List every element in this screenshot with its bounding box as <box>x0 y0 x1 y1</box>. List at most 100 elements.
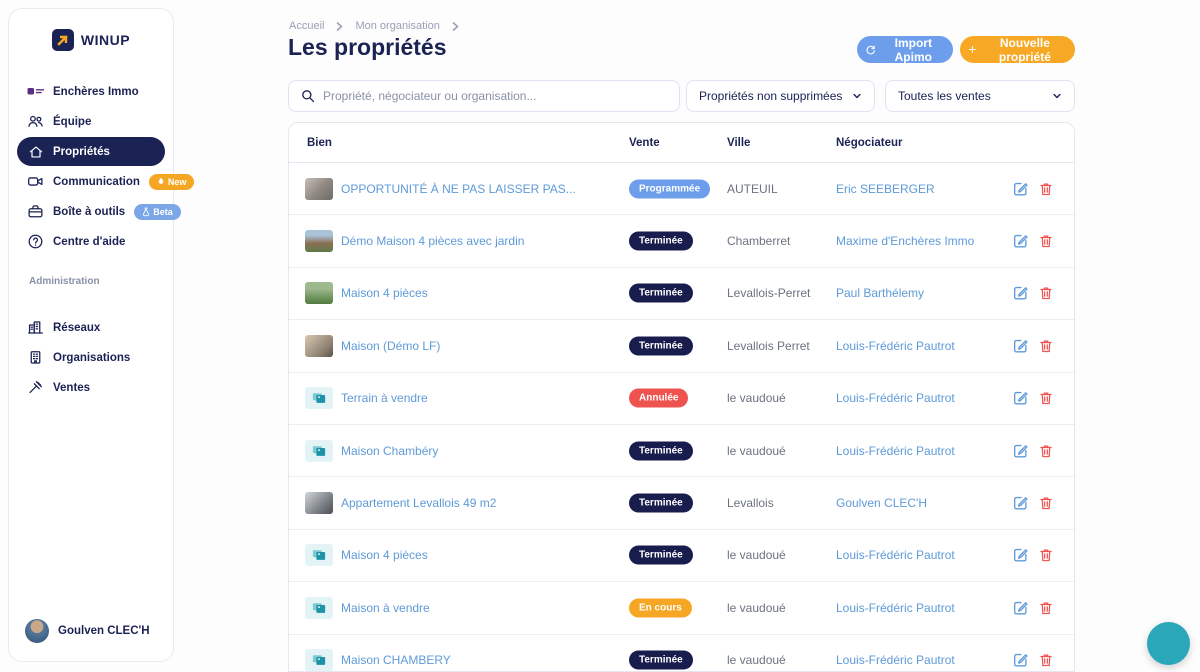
question-icon <box>27 233 44 250</box>
edit-icon <box>1013 496 1028 511</box>
edit-button[interactable] <box>1013 600 1028 615</box>
delete-button[interactable] <box>1039 234 1053 249</box>
negotiator-link[interactable]: Maxime d'Enchères Immo <box>836 234 974 248</box>
delete-button[interactable] <box>1039 181 1053 196</box>
sidebar-item-reseaux[interactable]: Réseaux <box>17 313 165 342</box>
row-actions <box>1013 338 1053 353</box>
table-row: Maison CHAMBERY Terminée le vaudoué Loui… <box>289 635 1074 672</box>
flask-icon <box>142 207 150 217</box>
city-cell: le vaudoué <box>727 653 786 667</box>
delete-button[interactable] <box>1039 548 1053 563</box>
sidebar-item-label: Propriétés <box>53 146 110 158</box>
breadcrumb-accueil[interactable]: Accueil <box>289 20 324 32</box>
edit-button[interactable] <box>1013 181 1028 196</box>
deleted-filter-select[interactable]: Propriétés non supprimées <box>686 80 875 112</box>
sidebar: WINUP Enchères Immo Équipe Propriétés Co… <box>8 8 174 662</box>
briefcase-icon <box>27 203 44 220</box>
new-property-button[interactable]: Nouvelle propriété <box>960 36 1075 63</box>
property-name-link[interactable]: Maison Chambéry <box>341 444 438 458</box>
city-cell: le vaudoué <box>727 444 786 458</box>
row-actions <box>1013 496 1053 511</box>
negotiator-link[interactable]: Louis-Frédéric Pautrot <box>836 391 955 405</box>
chevron-down-icon <box>852 91 862 101</box>
edit-button[interactable] <box>1013 548 1028 563</box>
negotiator-link[interactable]: Eric SEEBERGER <box>836 182 935 196</box>
edit-button[interactable] <box>1013 286 1028 301</box>
sale-status-badge: Terminée <box>629 546 693 565</box>
sidebar-item-ventes[interactable]: Ventes <box>17 373 165 402</box>
property-name-link[interactable]: Maison 4 pièces <box>341 548 428 562</box>
breadcrumb-mon-organisation[interactable]: Mon organisation <box>355 20 439 32</box>
property-name-link[interactable]: Maison CHAMBERY <box>341 653 451 667</box>
trash-icon <box>1039 181 1053 196</box>
table-body: OPPORTUNITÉ À NE PAS LAISSER PAS... Prog… <box>289 163 1074 672</box>
property-thumbnail <box>305 282 333 304</box>
edit-icon <box>1013 653 1028 668</box>
edit-button[interactable] <box>1013 338 1028 353</box>
video-camera-icon <box>27 173 44 190</box>
sidebar-item-label: Centre d'aide <box>53 236 125 248</box>
negotiator-link[interactable]: Louis-Frédéric Pautrot <box>836 601 955 615</box>
negotiator-link[interactable]: Louis-Frédéric Pautrot <box>836 548 955 562</box>
edit-button[interactable] <box>1013 443 1028 458</box>
city-cell: le vaudoué <box>727 601 786 615</box>
property-name-link[interactable]: Maison (Démo LF) <box>341 339 440 353</box>
property-thumbnail <box>305 387 333 409</box>
trash-icon <box>1039 234 1053 249</box>
app-logo[interactable]: WINUP <box>9 29 173 51</box>
property-name-link[interactable]: Démo Maison 4 pièces avec jardin <box>341 234 524 248</box>
current-user[interactable]: Goulven CLEC'H <box>25 619 150 643</box>
negotiator-link[interactable]: Louis-Frédéric Pautrot <box>836 339 955 353</box>
negotiator-link[interactable]: Paul Barthélemy <box>836 286 924 300</box>
delete-button[interactable] <box>1039 391 1053 406</box>
delete-button[interactable] <box>1039 443 1053 458</box>
row-actions <box>1013 181 1053 196</box>
delete-button[interactable] <box>1039 286 1053 301</box>
table-row: Appartement Levallois 49 m2 Terminée Lev… <box>289 477 1074 529</box>
table-row: Maison 4 pièces Terminée Levallois-Perre… <box>289 268 1074 320</box>
building-icon <box>27 349 44 366</box>
edit-button[interactable] <box>1013 234 1028 249</box>
table-row: Maison Chambéry Terminée le vaudoué Loui… <box>289 425 1074 477</box>
sidebar-item-proprietes[interactable]: Propriétés <box>17 137 165 166</box>
property-name-link[interactable]: Maison 4 pièces <box>341 286 428 300</box>
sidebar-item-communication[interactable]: Communication New <box>17 167 165 196</box>
chevron-right-icon <box>336 22 343 31</box>
property-name-link[interactable]: Appartement Levallois 49 m2 <box>341 496 496 510</box>
negotiator-link[interactable]: Louis-Frédéric Pautrot <box>836 653 955 667</box>
property-name-link[interactable]: Maison à vendre <box>341 601 430 615</box>
row-actions <box>1013 391 1053 406</box>
delete-button[interactable] <box>1039 338 1053 353</box>
sales-filter-select[interactable]: Toutes les ventes <box>885 80 1075 112</box>
admin-section-label: Administration <box>29 276 173 287</box>
sidebar-item-centre-aide[interactable]: Centre d'aide <box>17 227 165 256</box>
sidebar-item-encheres-immo[interactable]: Enchères Immo <box>17 77 165 106</box>
column-header-ville: Ville <box>727 137 750 149</box>
sale-status-badge: Terminée <box>629 494 693 513</box>
search-input[interactable] <box>323 89 667 103</box>
table-row: Terrain à vendre Annulée le vaudoué Loui… <box>289 373 1074 425</box>
table-row: OPPORTUNITÉ À NE PAS LAISSER PAS... Prog… <box>289 163 1074 215</box>
sidebar-admin-nav: Réseaux Organisations Ventes <box>9 313 173 402</box>
plus-icon <box>968 44 977 55</box>
property-name-link[interactable]: OPPORTUNITÉ À NE PAS LAISSER PAS... <box>341 182 576 196</box>
edit-button[interactable] <box>1013 496 1028 511</box>
negotiator-link[interactable]: Louis-Frédéric Pautrot <box>836 444 955 458</box>
sidebar-item-boite-a-outils[interactable]: Boîte à outils Beta <box>17 197 165 226</box>
edit-button[interactable] <box>1013 653 1028 668</box>
edit-button[interactable] <box>1013 391 1028 406</box>
beta-badge: Beta <box>134 204 181 220</box>
winup-logo-icon <box>52 29 74 51</box>
sidebar-item-equipe[interactable]: Équipe <box>17 107 165 136</box>
sidebar-item-organisations[interactable]: Organisations <box>17 343 165 372</box>
delete-button[interactable] <box>1039 496 1053 511</box>
delete-button[interactable] <box>1039 653 1053 668</box>
property-name-link[interactable]: Terrain à vendre <box>341 391 428 405</box>
negotiator-link[interactable]: Goulven CLEC'H <box>836 496 927 510</box>
edit-icon <box>1013 391 1028 406</box>
property-thumbnail <box>305 440 333 462</box>
chat-fab-button[interactable] <box>1147 622 1190 665</box>
import-apimo-button[interactable]: Import Apimo <box>857 36 953 63</box>
delete-button[interactable] <box>1039 600 1053 615</box>
property-thumbnail <box>305 230 333 252</box>
